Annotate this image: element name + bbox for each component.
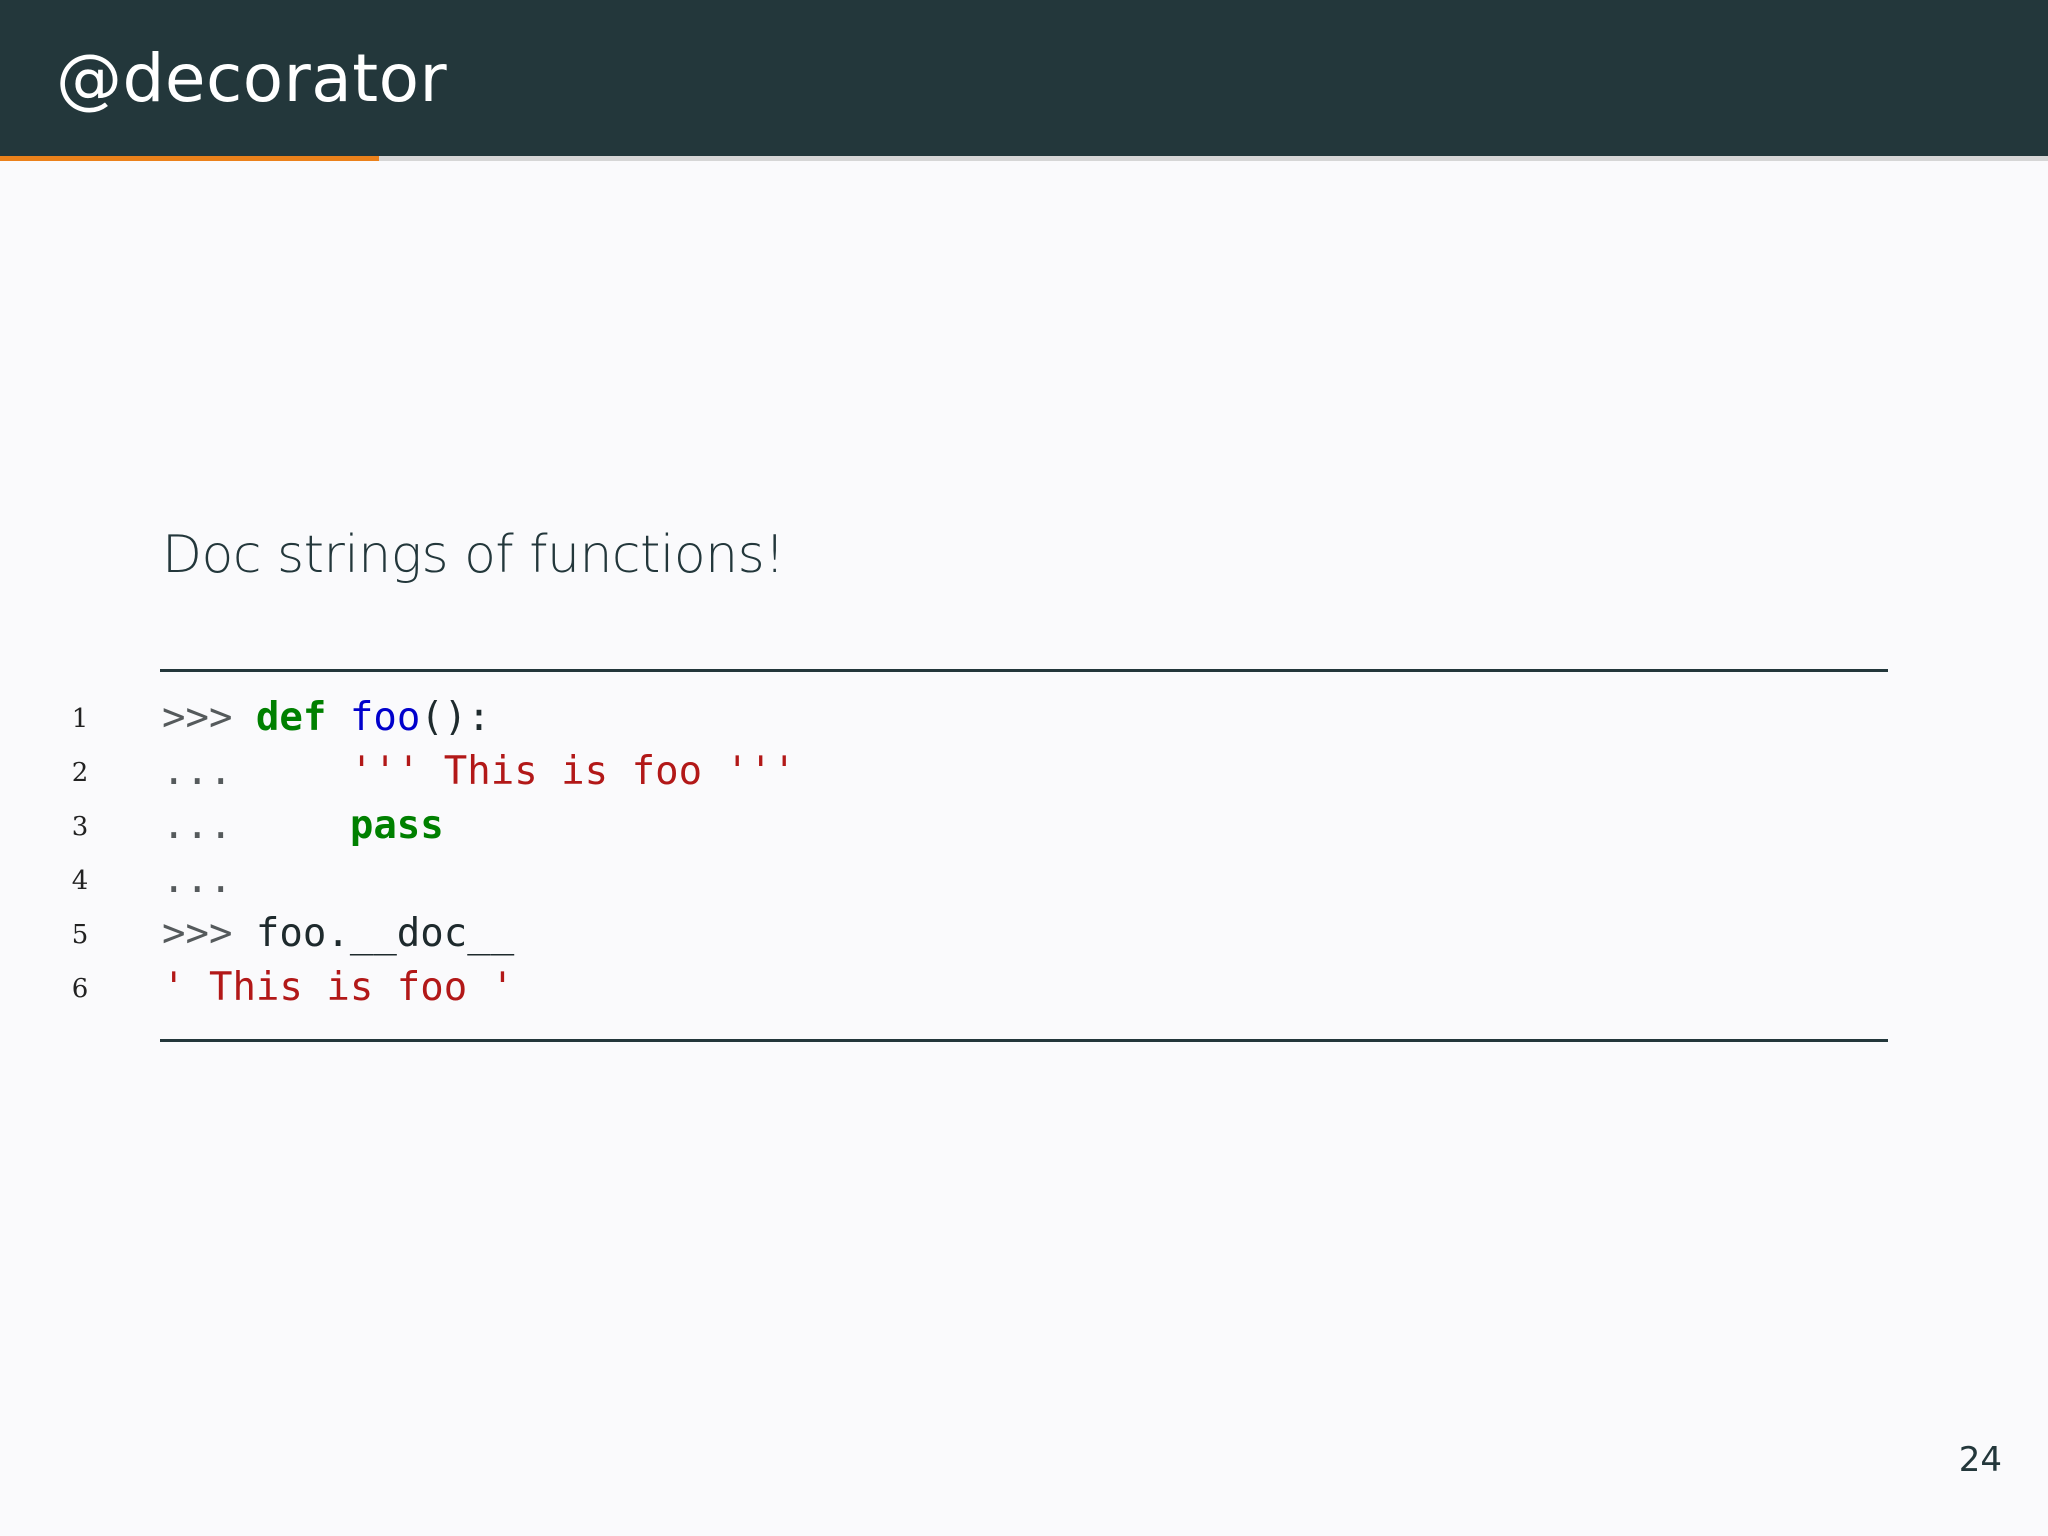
code-line: 5 >>> foo.__doc__: [0, 906, 2048, 960]
code-token-kw: def: [255, 695, 327, 740]
code-bottom-rule: [160, 1039, 1888, 1042]
line-number: 2: [71, 758, 89, 788]
code-token-prompt: >>>: [162, 911, 256, 956]
code-listing: 1 >>> def foo(): 2... ''' This is foo ''' 3…: [0, 690, 2048, 1014]
line-code: >>> foo.__doc__: [162, 910, 514, 958]
code-token-prompt: ...: [162, 749, 350, 794]
code-token-plain: ():: [420, 695, 491, 740]
line-code: ' This is foo ': [162, 964, 514, 1012]
line-number: 1: [71, 704, 89, 734]
code-token-prompt: ...: [162, 803, 350, 848]
code-line: 6 ' This is foo ': [0, 960, 2048, 1014]
progress-bar: [0, 156, 2048, 161]
code-token-kw: pass: [349, 803, 444, 848]
slide-title: @decorator: [56, 40, 448, 117]
code-token-str: ' This is foo ': [162, 965, 515, 1010]
line-number: 6: [71, 974, 89, 1004]
page-number: 24: [1958, 1440, 2002, 1480]
code-token-prompt: ...: [162, 857, 233, 902]
line-code: >>> def foo():: [162, 694, 491, 742]
slide-header: @decorator: [0, 0, 2048, 156]
code-token-fn: foo: [349, 695, 421, 740]
code-top-rule: [160, 669, 1888, 672]
line-number: 4: [71, 866, 89, 896]
code-token-prompt: >>>: [162, 695, 256, 740]
code-token-str: ''' This is foo ''': [349, 749, 796, 794]
code-line: 3... pass: [0, 798, 2048, 852]
code-line: 1 >>> def foo():: [0, 690, 2048, 744]
line-number: 3: [71, 812, 89, 842]
code-token-plain: foo.__doc__: [255, 911, 515, 956]
code-line: 4...: [0, 852, 2048, 906]
slide: @decorator Doc strings of functions! 1 >>…: [0, 0, 2048, 1536]
line-code: ... pass: [162, 802, 444, 850]
line-number: 5: [71, 920, 89, 950]
code-line: 2... ''' This is foo ''': [0, 744, 2048, 798]
line-code: ... ''' This is foo ''': [162, 748, 796, 796]
line-code: ...: [162, 856, 232, 904]
progress-bar-fill: [0, 156, 379, 161]
slide-subtitle: Doc strings of functions!: [162, 525, 785, 585]
